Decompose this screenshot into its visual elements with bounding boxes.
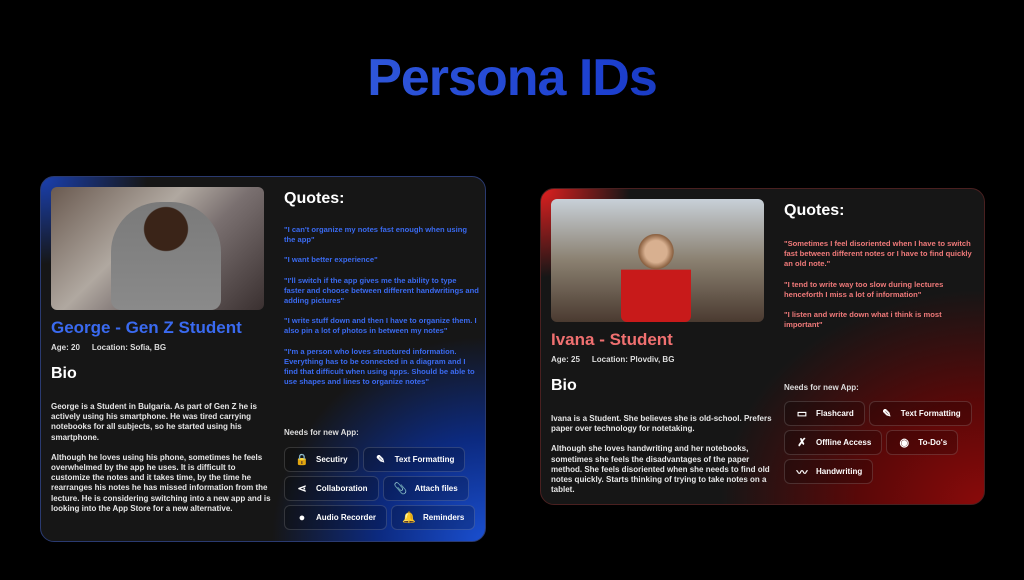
need-chip: ⋖ Collaboration: [284, 476, 379, 501]
quote: "Sometimes I feel disoriented when I hav…: [784, 239, 972, 269]
need-chip: ▭ Flashcard: [784, 401, 865, 426]
quotes-heading: Quotes:: [784, 202, 845, 219]
location: Location: Plovdiv, BG: [591, 355, 675, 364]
bio-paragraph: Ivana is a Student. She believes she is …: [551, 414, 772, 434]
need-label: Collaboration: [316, 484, 368, 493]
need-chip: 📎 Attach files: [382, 476, 469, 501]
bio-text: George is a Student in Bulgaria. As part…: [51, 402, 273, 514]
age: Age: 20: [51, 343, 80, 352]
quotes-list: "I can't organize my notes fast enough w…: [284, 225, 479, 397]
location: Location: Sofia, BG: [91, 343, 167, 352]
share-icon: ⋖: [297, 483, 307, 495]
need-label: Reminders: [423, 513, 465, 522]
need-chip: ✗ Offline Access: [784, 430, 883, 455]
persona-card-george: George - Gen Z Student Age: 20 Location: …: [40, 176, 486, 542]
quotes-heading: Quotes:: [284, 190, 345, 207]
quote: "I can't organize my notes fast enough w…: [284, 225, 468, 245]
persona-photo: [51, 187, 264, 310]
needs-chips: 🔒 Secutiry ✎ Text Formatting ⋖ Collaboration 📎…: [284, 447, 484, 530]
bio-paragraph: George is a Student in Bulgaria. As part…: [51, 402, 257, 442]
bio-text: Ivana is a Student. She believes she is …: [551, 414, 773, 495]
cards-icon: ▭: [796, 408, 808, 420]
wifi-off-icon: ✗: [797, 437, 807, 449]
need-label: Attach files: [414, 484, 458, 493]
quote: "I write stuff down and then I have to o…: [284, 316, 477, 336]
radio-icon: ◉: [899, 437, 910, 449]
paperclip-icon: 📎: [393, 483, 408, 495]
need-label: Secutiry: [316, 455, 348, 464]
bell-icon: 🔔: [402, 512, 416, 524]
page-title: Persona IDs: [0, 48, 1024, 108]
bio-heading: Bio: [551, 377, 577, 394]
age: Age: 25: [551, 355, 580, 364]
record-icon: ●: [298, 511, 306, 524]
persona-meta: Age: 25 Location: Plovdiv, BG: [551, 355, 674, 364]
need-label: Text Formatting: [394, 455, 455, 464]
need-chip: ✎ Text Formatting: [362, 447, 466, 472]
needs-heading: Needs for new App:: [284, 428, 359, 437]
need-label: Audio Recorder: [316, 513, 377, 522]
quote: "I listen and write down what i think is…: [784, 310, 942, 330]
persona-meta: Age: 20 Location: Sofia, BG: [51, 343, 166, 352]
need-chip: ✎ Text Formatting: [868, 401, 972, 426]
persona-photo: [551, 199, 764, 322]
quote: "I want better experience": [284, 255, 378, 265]
need-chip: 🔔 Reminders: [391, 505, 476, 530]
bio-paragraph: Although she loves handwriting and her n…: [551, 444, 770, 495]
edit-icon: ✎: [375, 454, 386, 466]
quotes-list: "Sometimes I feel disoriented when I hav…: [784, 239, 979, 340]
need-label: Handwriting: [816, 467, 863, 476]
need-label: Text Formatting: [900, 409, 961, 418]
bio-paragraph: Although he loves using his phone, somet…: [51, 452, 271, 513]
need-label: Offline Access: [816, 438, 872, 447]
need-chip: 〰 Handwriting: [784, 459, 874, 484]
pen-scribble-icon: 〰: [796, 466, 808, 479]
need-chip: ● Audio Recorder: [284, 505, 388, 530]
persona-name: Ivana - Student: [551, 330, 673, 349]
lock-icon: 🔒: [295, 454, 309, 466]
edit-icon: ✎: [882, 408, 892, 420]
quote: "I tend to write way too slow during lec…: [784, 279, 944, 299]
need-label: To-Do's: [918, 438, 948, 447]
quote: "I'm a person who loves structured infor…: [284, 346, 475, 387]
need-chip: 🔒 Secutiry: [284, 447, 359, 472]
persona-card-ivana: Ivana - Student Age: 25 Location: Plovdiv…: [540, 188, 985, 505]
need-chip: ◉ To-Do's: [886, 430, 959, 455]
persona-name: George - Gen Z Student: [51, 318, 242, 337]
needs-chips: ▭ Flashcard ✎ Text Formatting ✗ Offline Acces…: [784, 401, 984, 484]
quote: "I'll switch if the app gives me the abi…: [284, 275, 479, 306]
bio-heading: Bio: [51, 365, 77, 382]
needs-heading: Needs for new App:: [784, 383, 859, 392]
need-label: Flashcard: [816, 409, 854, 418]
